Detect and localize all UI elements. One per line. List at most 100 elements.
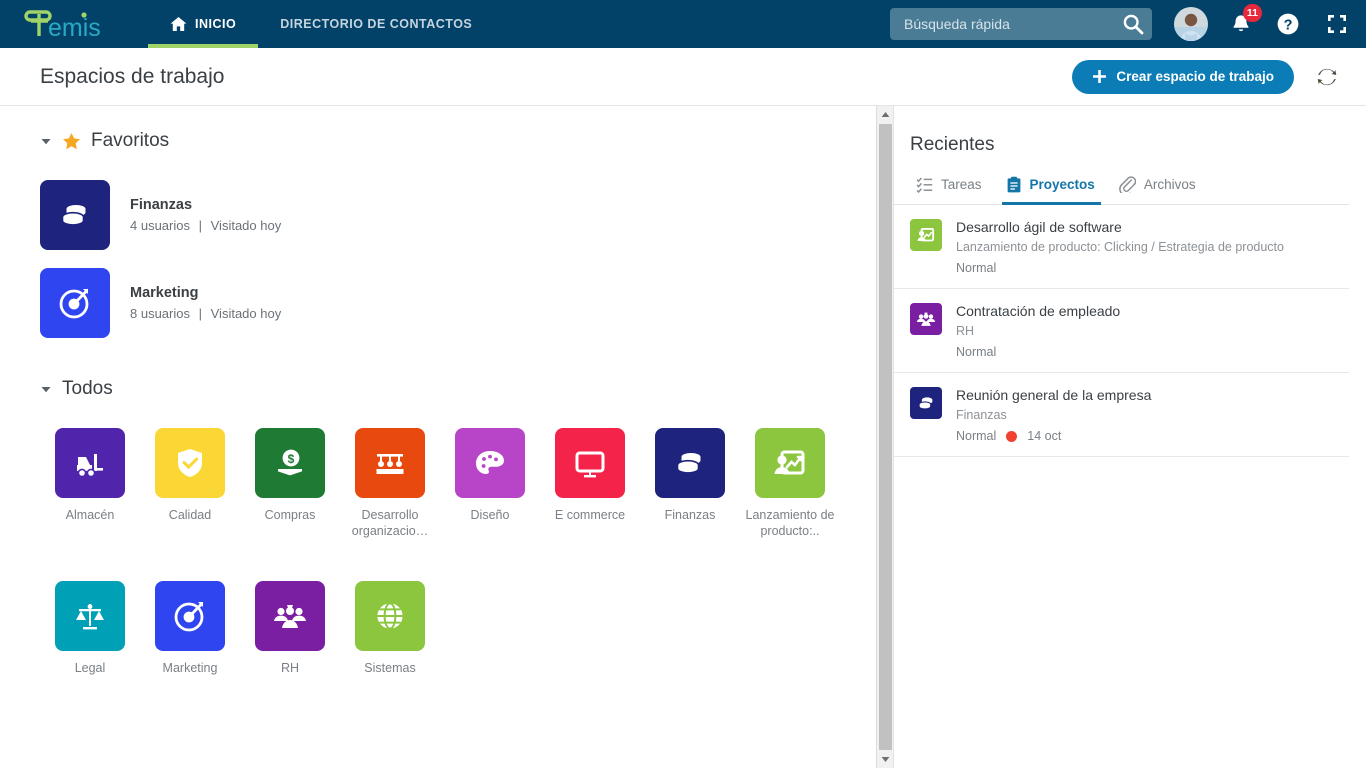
org-people-icon: [376, 454, 404, 474]
create-workspace-label: Crear espacio de trabajo: [1116, 69, 1274, 84]
palette-icon: [476, 451, 504, 474]
recent-panel-title: Recientes: [910, 134, 995, 155]
app-logo[interactable]: emis: [0, 0, 148, 48]
checklist-icon: [916, 177, 933, 193]
workspace-grid-item[interactable]: Diseño: [440, 428, 540, 539]
workspace-grid-item[interactable]: Sistemas: [340, 581, 440, 676]
fullscreen-button[interactable]: [1326, 13, 1348, 35]
meta-separator: |: [198, 218, 202, 233]
avatar[interactable]: [1174, 7, 1208, 41]
caret-up-icon: [881, 112, 889, 117]
workspace-grid-item[interactable]: Desarrollo organizacio…: [340, 428, 440, 539]
workspace-label: Finanzas: [664, 508, 716, 522]
workspace-users: 8 usuarios: [130, 306, 190, 321]
favorite-workspace-row[interactable]: Marketing 8 usuarios | Visitado hoy: [40, 268, 893, 338]
workspace-tile-icon: [55, 581, 125, 651]
nav-item-inicio[interactable]: INICIO: [148, 0, 259, 48]
quick-search-box[interactable]: [890, 8, 1152, 40]
workspace-meta: 4 usuarios | Visitado hoy: [130, 218, 281, 233]
svg-text:$: $: [288, 452, 295, 466]
help-button[interactable]: ?: [1276, 12, 1300, 36]
tab-archivos[interactable]: Archivos: [1109, 176, 1210, 204]
page-body: Favoritos Finanzas 4 usuarios | Visitado…: [0, 106, 1366, 768]
workspace-grid-item[interactable]: Finanzas: [640, 428, 740, 539]
workspaces-scrollbar[interactable]: [876, 106, 893, 768]
svg-text:?: ?: [1284, 17, 1293, 33]
home-icon: [170, 17, 187, 31]
search-icon: [1123, 14, 1144, 35]
workspace-label: Legal: [74, 661, 106, 675]
scrollbar-down-arrow[interactable]: [877, 751, 893, 768]
plus-icon: [1093, 70, 1107, 83]
workspace-label: Almacén: [65, 508, 115, 522]
tab-tareas[interactable]: Tareas: [906, 176, 996, 204]
all-section-header[interactable]: Todos: [40, 378, 893, 400]
recent-panel: Recientes Tareas Proyectos Archivos Desa…: [893, 106, 1349, 768]
star-icon: [63, 132, 80, 149]
workspace-label: Compras: [264, 508, 316, 522]
main-nav-items: INICIO DIRECTORIO DE CONTACTOS: [148, 0, 494, 48]
svg-text:emis: emis: [48, 14, 101, 42]
project-title: Contratación de empleado: [956, 303, 1121, 319]
workspace-tile-icon: [155, 428, 225, 498]
meta-separator: |: [198, 306, 202, 321]
workspace-label: E commerce: [554, 508, 626, 522]
user-avatar-image: [1174, 7, 1208, 41]
workspace-tile-icon: [655, 428, 725, 498]
workspace-grid-item[interactable]: RH: [240, 581, 340, 676]
tab-proyectos[interactable]: Proyectos: [996, 176, 1109, 205]
workspace-label: Desarrollo organizacio…: [351, 508, 429, 538]
refresh-button[interactable]: [1312, 62, 1342, 92]
caret-down-icon: [41, 139, 51, 145]
create-workspace-button[interactable]: Crear espacio de trabajo: [1072, 59, 1294, 94]
workspace-tile-icon: [40, 180, 110, 250]
project-title: Reunión general de la empresa: [956, 387, 1152, 403]
search-input[interactable]: [904, 16, 1122, 32]
target-icon: [59, 289, 89, 319]
project-body: Contratación de empleado RH Normal: [956, 303, 1333, 359]
nav-item-directorio-de-contactos[interactable]: DIRECTORIO DE CONTACTOS: [258, 0, 494, 48]
project-footer: Normal: [956, 261, 1333, 275]
workspaces-pane: Favoritos Finanzas 4 usuarios | Visitado…: [0, 106, 893, 768]
forklift-icon: [77, 454, 103, 478]
workspace-grid-item[interactable]: Legal: [40, 581, 140, 676]
project-icon: [910, 303, 942, 335]
help-circle-icon: ?: [1277, 13, 1299, 35]
workspace-grid-item[interactable]: Almacén: [40, 428, 140, 539]
workspace-tile-icon: [455, 428, 525, 498]
project-status: Normal: [956, 429, 997, 443]
workspace-label: Marketing: [162, 661, 218, 675]
scales-icon: [76, 604, 104, 630]
all-section-title: Todos: [62, 378, 113, 399]
globe-icon: [377, 602, 403, 630]
favorite-workspace-row[interactable]: Finanzas 4 usuarios | Visitado hoy: [40, 180, 893, 250]
workspace-grid-item[interactable]: Calidad: [140, 428, 240, 539]
list-item[interactable]: Desarrollo ágil de software Lanzamiento …: [894, 205, 1349, 289]
project-status: Normal: [956, 345, 997, 359]
caret-down-icon: [41, 387, 51, 393]
search-button[interactable]: [1122, 13, 1144, 35]
scrollbar-up-arrow[interactable]: [877, 106, 893, 123]
nav-item-inicio-label: INICIO: [195, 17, 237, 31]
scrollbar-thumb[interactable]: [879, 124, 892, 750]
favorites-section-header[interactable]: Favoritos: [40, 130, 893, 152]
project-date: 14 oct: [1027, 429, 1062, 443]
shield-check-icon: [178, 449, 202, 477]
workspace-info: Marketing 8 usuarios | Visitado hoy: [130, 285, 281, 321]
workspace-label: Diseño: [470, 508, 510, 522]
top-navigation-bar: emis INICIO DIRECTORIO DE CONTACTOS Búsq…: [0, 0, 1366, 48]
list-item[interactable]: Reunión general de la empresa Finanzas N…: [894, 373, 1349, 457]
workspace-grid-item[interactable]: $ Compras: [240, 428, 340, 539]
workspace-grid-item[interactable]: Marketing: [140, 581, 240, 676]
workspaces-scroll-content: Favoritos Finanzas 4 usuarios | Visitado…: [0, 106, 893, 676]
project-icon: [910, 387, 942, 419]
refresh-icon: [1317, 68, 1337, 85]
nav-item-directorio-label: DIRECTORIO DE CONTACTOS: [280, 17, 473, 31]
all-workspaces-section: Todos Almacén Calidad $ Compras Desarrol…: [40, 378, 893, 676]
workspace-grid-item[interactable]: E commerce: [540, 428, 640, 539]
workspace-grid-item[interactable]: Lanzamiento de producto:..: [740, 428, 840, 539]
notifications-button[interactable]: 11: [1230, 4, 1262, 35]
notification-count-badge: 11: [1242, 4, 1262, 22]
project-subtitle: Lanzamiento de producto: Clicking / Estr…: [956, 240, 1284, 254]
list-item[interactable]: Contratación de empleado RH Normal: [894, 289, 1349, 373]
